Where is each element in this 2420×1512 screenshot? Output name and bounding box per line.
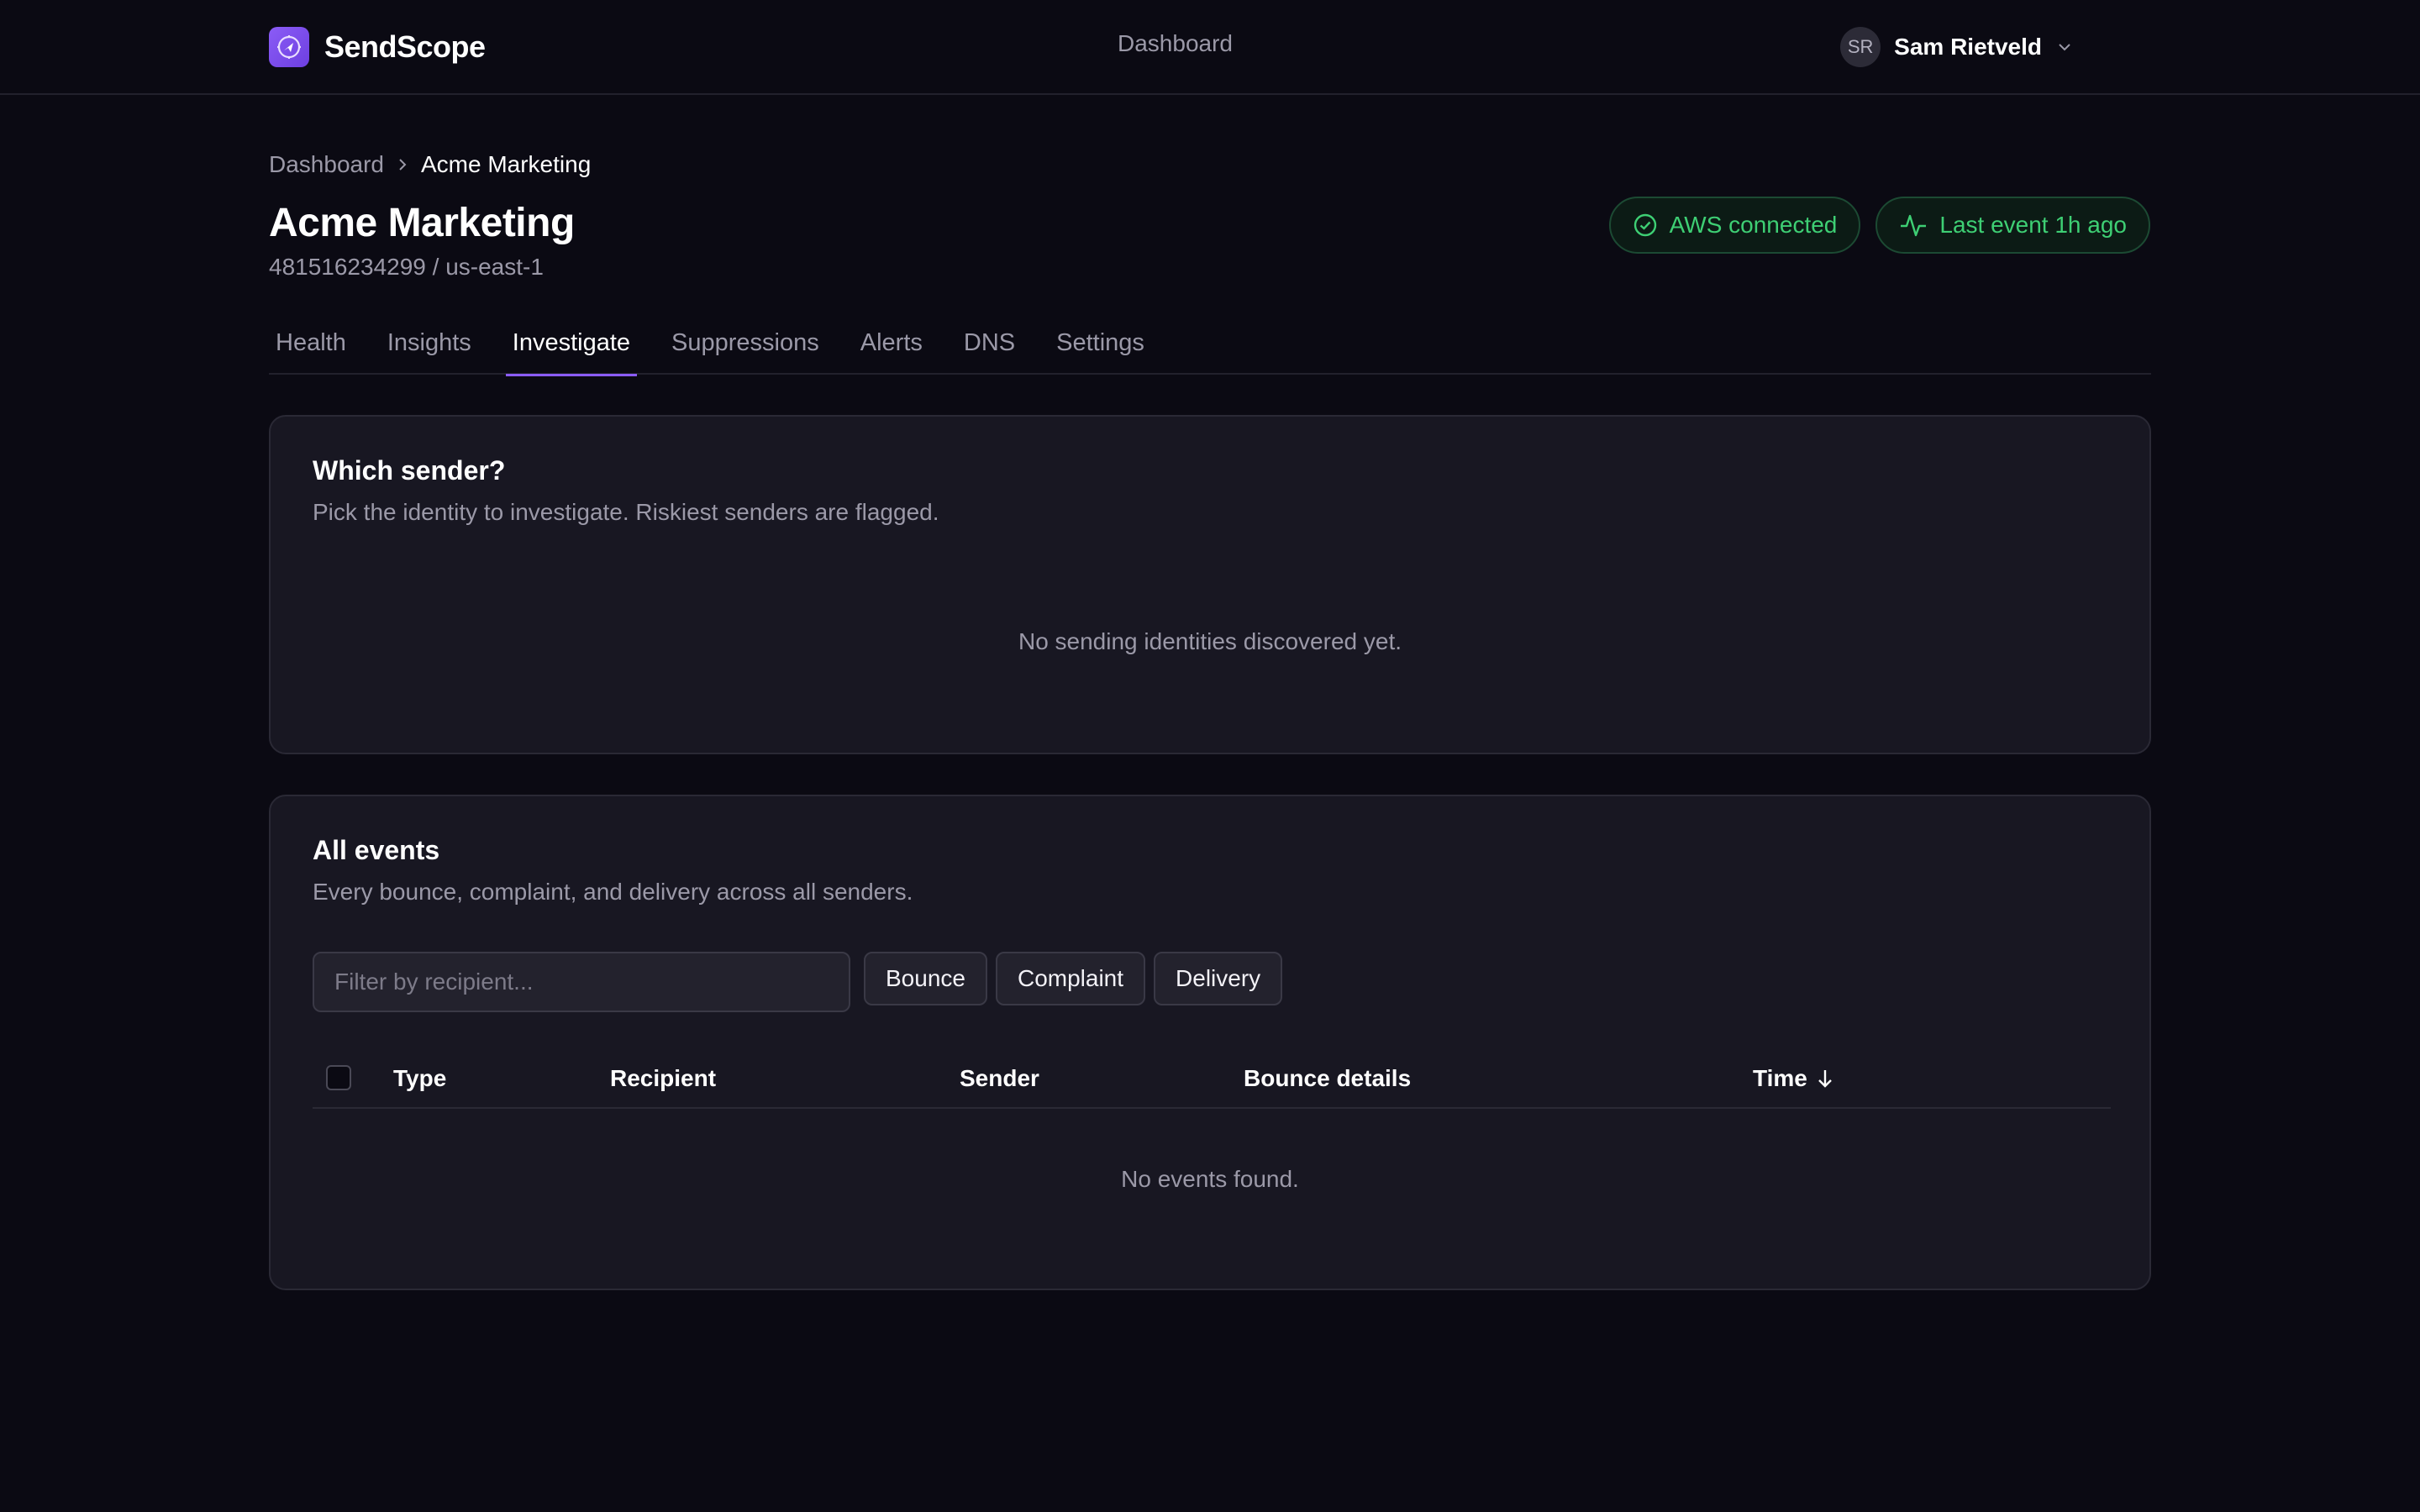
- tab-suppressions[interactable]: Suppressions: [665, 319, 826, 375]
- column-recipient[interactable]: Recipient: [610, 1065, 716, 1092]
- brand-name: SendScope: [324, 29, 486, 64]
- sender-empty-state: No sending identities discovered yet.: [1018, 628, 1402, 654]
- events-card-subtitle: Every bounce, complaint, and delivery ac…: [313, 879, 913, 905]
- column-time-label: Time: [1753, 1065, 1807, 1091]
- events-card-title: All events: [313, 835, 440, 865]
- nav-dashboard-link[interactable]: Dashboard: [1118, 30, 1233, 57]
- user-name: Sam Rietveld: [1894, 34, 2042, 60]
- page-title: Acme Marketing: [269, 201, 575, 245]
- sort-arrow-down-icon: [1818, 1070, 1832, 1088]
- sender-card-title: Which sender?: [313, 455, 506, 486]
- aws-status-badge: AWS connected: [1608, 197, 1861, 254]
- tab-alerts[interactable]: Alerts: [854, 319, 929, 375]
- events-empty-state: No events found.: [1121, 1166, 1299, 1192]
- brand[interactable]: SendScope: [269, 26, 486, 68]
- sender-card: Which sender? Pick the identity to inves…: [269, 415, 2151, 754]
- select-all-checkbox[interactable]: [326, 1065, 351, 1090]
- sender-card-subtitle: Pick the identity to investigate. Riskie…: [313, 499, 939, 525]
- column-type[interactable]: Type: [393, 1065, 446, 1092]
- last-event-badge: Last event 1h ago: [1876, 197, 2150, 254]
- events-card: All events Every bounce, complaint, and …: [269, 795, 2151, 1290]
- tab-bar: Health Insights Investigate Suppressions…: [269, 319, 2151, 376]
- aws-status-label: AWS connected: [1669, 212, 1838, 238]
- account-region: 481516234299 / us-east-1: [269, 254, 544, 280]
- breadcrumb-current: Acme Marketing: [420, 151, 592, 177]
- avatar: SR: [1840, 27, 1881, 67]
- event-type-filters: Bounce Complaint Delivery: [864, 952, 1283, 1005]
- check-circle-icon: [1634, 213, 1656, 237]
- activity-icon: [1901, 214, 1927, 237]
- compass-logo-icon: [269, 27, 309, 67]
- breadcrumb: Dashboard Acme Marketing: [269, 151, 591, 178]
- top-bar: SendScope Dashboard SR Sam Rietveld: [0, 0, 2420, 95]
- recipient-filter-input[interactable]: [313, 952, 850, 1012]
- filter-delivery-button[interactable]: Delivery: [1154, 952, 1283, 1005]
- last-event-label: Last event 1h ago: [1939, 212, 2127, 238]
- tab-health[interactable]: Health: [269, 319, 353, 375]
- tab-settings[interactable]: Settings: [1050, 319, 1151, 375]
- events-table-header: Type Recipient Sender Bounce details Tim…: [313, 1048, 2111, 1109]
- tab-dns[interactable]: DNS: [957, 319, 1022, 375]
- column-time[interactable]: Time: [1753, 1065, 1834, 1092]
- filter-bounce-button[interactable]: Bounce: [864, 952, 987, 1005]
- chevron-right-icon: [399, 159, 407, 171]
- column-sender[interactable]: Sender: [960, 1065, 1039, 1092]
- status-pills: AWS connected Last event 1h ago: [1608, 197, 2150, 254]
- filter-complaint-button[interactable]: Complaint: [995, 952, 1146, 1005]
- tab-investigate[interactable]: Investigate: [505, 319, 638, 376]
- breadcrumb-dashboard-link[interactable]: Dashboard: [269, 151, 384, 178]
- user-menu[interactable]: SR Sam Rietveld: [1840, 27, 2074, 67]
- column-bounce-details[interactable]: Bounce details: [1244, 1065, 1411, 1092]
- chevron-down-icon: [2059, 44, 2070, 51]
- tab-insights[interactable]: Insights: [381, 319, 478, 375]
